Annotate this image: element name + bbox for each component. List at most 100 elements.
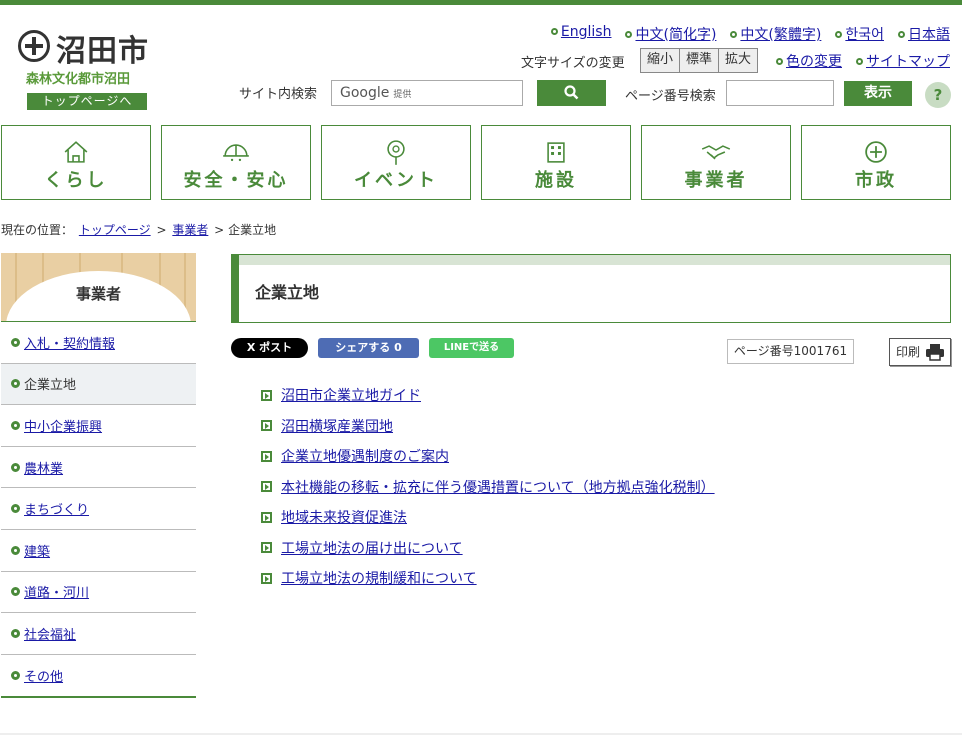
arrow-bullet-icon bbox=[261, 572, 272, 584]
color-change-label[interactable]: 色の変更 bbox=[786, 54, 842, 70]
balloon-icon bbox=[387, 140, 405, 165]
gnav-label: 施設 bbox=[535, 170, 577, 191]
sidebar-item-label[interactable]: 入札・契約情報 bbox=[24, 333, 115, 352]
gnav-kurashi[interactable]: くらし bbox=[1, 125, 151, 200]
content-link[interactable]: 沼田横塚産業団地 bbox=[281, 416, 393, 436]
breadcrumb-separator: > bbox=[156, 223, 167, 237]
content-link[interactable]: 企業立地優遇制度のご案内 bbox=[281, 446, 449, 466]
font-size-label: 文字サイズの変更 bbox=[521, 56, 625, 71]
search-provider: 提供 bbox=[393, 90, 412, 100]
help-button[interactable]: ? bbox=[925, 82, 951, 108]
list-item: 本社機能の移転・拡充に伴う優遇措置について（地方拠点強化税制） bbox=[261, 472, 715, 503]
gnav-business[interactable]: 事業者 bbox=[641, 125, 791, 200]
font-size-smaller-button[interactable]: 縮小 bbox=[641, 49, 681, 72]
sidebar-item-bidding[interactable]: 入札・契約情報 bbox=[1, 322, 196, 364]
content-link[interactable]: 沼田市企業立地ガイド bbox=[281, 385, 421, 405]
bullet-icon bbox=[11, 379, 20, 389]
gnav-label: 安全・安心 bbox=[183, 170, 289, 191]
bullet-icon bbox=[835, 31, 843, 38]
top-accent-bar bbox=[0, 0, 962, 5]
sidebar-item-label[interactable]: 中小企業振興 bbox=[24, 416, 102, 435]
sitemap-label[interactable]: サイトマップ bbox=[866, 54, 950, 70]
sidebar-item-label[interactable]: まちづくり bbox=[24, 499, 89, 518]
site-search-label: サイト内検索 bbox=[239, 87, 318, 102]
page-number-search-label: ページ番号検索 bbox=[625, 89, 716, 104]
content-link[interactable]: 工場立地法の規制緩和について bbox=[281, 568, 477, 588]
sidebar-item-roads-rivers[interactable]: 道路・河川 bbox=[1, 572, 196, 614]
language-link-label[interactable]: English bbox=[561, 24, 612, 40]
font-size-larger-button[interactable]: 拡大 bbox=[719, 49, 758, 72]
arrow-bullet-icon bbox=[261, 511, 272, 523]
bullet-icon bbox=[11, 545, 20, 555]
sidebar-item-label[interactable]: 社会福祉 bbox=[24, 624, 76, 643]
language-link-label[interactable]: 한국어 bbox=[845, 27, 884, 43]
facebook-share-button[interactable]: シェアする 0 bbox=[318, 338, 419, 358]
city-emblem-icon bbox=[865, 141, 887, 163]
page-number-input[interactable] bbox=[726, 80, 834, 106]
breadcrumb-link-top[interactable]: トップページ bbox=[79, 223, 151, 237]
gnav-safety[interactable]: 安全・安心 bbox=[161, 125, 311, 200]
print-button[interactable]: 印刷 bbox=[889, 338, 951, 366]
bullet-icon bbox=[11, 671, 20, 681]
language-link-zh-hant[interactable]: 中文(繁體字) bbox=[730, 24, 821, 44]
print-label: 印刷 bbox=[896, 345, 921, 359]
bullet-icon bbox=[856, 58, 863, 65]
content-link[interactable]: 工場立地法の届け出について bbox=[281, 538, 463, 558]
gnav-label: 市政 bbox=[855, 170, 897, 191]
language-link-japanese[interactable]: 日本語 bbox=[898, 24, 950, 44]
sitemap-link[interactable]: サイトマップ bbox=[856, 51, 950, 71]
page-title: 企業立地 bbox=[255, 283, 320, 302]
content-link[interactable]: 本社機能の移転・拡充に伴う優遇措置について（地方拠点強化税制） bbox=[281, 477, 715, 497]
gnav-facilities[interactable]: 施設 bbox=[481, 125, 631, 200]
search-icon bbox=[564, 85, 579, 100]
language-link-english[interactable]: English bbox=[550, 24, 612, 44]
font-size-standard-button[interactable]: 標準 bbox=[680, 49, 720, 72]
show-button[interactable]: 表示 bbox=[844, 81, 912, 106]
sidebar-item-label[interactable]: 道路・河川 bbox=[24, 582, 89, 601]
breadcrumb: 現在の位置： トップページ > 事業者 > 企業立地 bbox=[1, 221, 276, 238]
site-search-input[interactable]: Google 提供 bbox=[331, 80, 523, 106]
arrow-bullet-icon bbox=[261, 542, 272, 554]
sidebar-item-label[interactable]: その他 bbox=[24, 666, 63, 685]
helmet-icon bbox=[223, 144, 249, 162]
language-link-label[interactable]: 中文(简化字) bbox=[635, 27, 716, 43]
language-link-korean[interactable]: 한국어 bbox=[835, 24, 884, 44]
sidebar: 事業者 入札・契約情報 企業立地 中小企業振興 農林業 まちづくり 建築 道路・… bbox=[1, 253, 196, 699]
sidebar-item-town-planning[interactable]: まちづくり bbox=[1, 488, 196, 530]
arrow-bullet-icon bbox=[261, 420, 272, 432]
breadcrumb-link-business[interactable]: 事業者 bbox=[172, 223, 208, 237]
sidebar-item-agriculture-forestry[interactable]: 農林業 bbox=[1, 447, 196, 489]
building-icon bbox=[547, 142, 565, 163]
utility-links: 色の変更 サイトマップ bbox=[776, 51, 950, 71]
gnav-label: イベント bbox=[354, 170, 438, 191]
top-page-button[interactable]: トップページへ bbox=[27, 93, 147, 110]
list-item: 沼田横塚産業団地 bbox=[261, 411, 715, 442]
language-link-label[interactable]: 中文(繁體字) bbox=[740, 27, 821, 43]
sidebar-item-label[interactable]: 農林業 bbox=[24, 458, 63, 477]
line-share-button[interactable]: LINEで送る bbox=[429, 338, 514, 358]
gnav-city-admin[interactable]: 市政 bbox=[801, 125, 951, 200]
sidebar-item-construction[interactable]: 建築 bbox=[1, 530, 196, 572]
sidebar-item-social-welfare[interactable]: 社会福祉 bbox=[1, 613, 196, 655]
sidebar-item-label: 企業立地 bbox=[24, 378, 77, 394]
breadcrumb-current: 企業立地 bbox=[228, 223, 277, 237]
sidebar-item-label[interactable]: 建築 bbox=[24, 541, 50, 560]
search-button[interactable] bbox=[537, 80, 606, 106]
city-subtitle: 森林文化都市沼田 bbox=[26, 72, 131, 87]
gnav-event[interactable]: イベント bbox=[321, 125, 471, 200]
language-link-label[interactable]: 日本語 bbox=[908, 27, 950, 43]
city-emblem-icon bbox=[18, 30, 50, 62]
list-item: 工場立地法の届け出について bbox=[261, 533, 715, 564]
printer-icon bbox=[926, 344, 944, 361]
sidebar-item-other[interactable]: その他 bbox=[1, 655, 196, 697]
bullet-icon bbox=[11, 504, 20, 514]
gnav-label: 事業者 bbox=[684, 170, 748, 191]
sidebar-item-sme-promotion[interactable]: 中小企業振興 bbox=[1, 405, 196, 447]
language-link-zh-hans[interactable]: 中文(简化字) bbox=[625, 24, 716, 44]
sidebar-title: 事業者 bbox=[75, 285, 121, 303]
x-post-button[interactable]: X ポスト bbox=[231, 338, 308, 358]
list-item: 企業立地優遇制度のご案内 bbox=[261, 441, 715, 472]
color-change-link[interactable]: 色の変更 bbox=[776, 51, 842, 71]
content-link[interactable]: 地域未来投資促進法 bbox=[281, 507, 407, 527]
bullet-icon bbox=[730, 31, 738, 38]
